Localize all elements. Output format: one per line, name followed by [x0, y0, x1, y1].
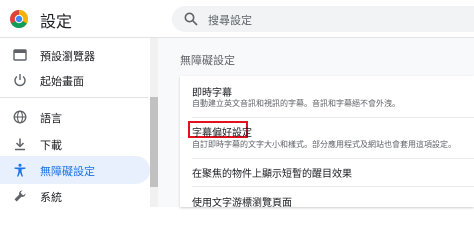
row-description: 自訂即時字幕的文字大小和樣式。部分應用程式及網站也會套用這項設定。 [192, 140, 456, 149]
sidebar-item-startup[interactable]: 起始畫面 [0, 66, 150, 94]
section-title: 無障礙設定 [180, 55, 235, 67]
chrome-logo-icon [10, 10, 28, 28]
row-title: 在聚焦的物件上顯示短暫的醒目效果 [192, 169, 352, 180]
sidebar-item-label: 語言 [40, 113, 62, 125]
sidebar-item-label: 預設瀏覽器 [40, 51, 95, 63]
sidebar-divider [0, 97, 148, 98]
download-icon [15, 138, 25, 151]
sidebar-item-label: 起始畫面 [40, 76, 84, 88]
row-title: 即時字幕 [192, 88, 232, 99]
main-content: 無障礙設定 即時字幕 自動建立英文音訊和視訊的字幕。音訊和字幕絕不會外洩。 自訂… [158, 38, 474, 209]
row-description: 自動建立英文音訊和視訊的字幕。音訊和字幕絕不會外洩。 [192, 99, 400, 108]
sidebar-item-languages[interactable]: 語言 [0, 103, 150, 131]
sidebar-item-accessibility[interactable]: 無障礙設定 [0, 156, 150, 184]
sidebar: 預設瀏覽器 起始畫面 語言 下載 無障礙設定 系統 [0, 38, 158, 207]
row-divider [192, 117, 474, 118]
row-divider [192, 158, 474, 159]
sidebar-scrollbar-thumb[interactable] [150, 97, 158, 187]
sidebar-item-label: 系統 [40, 192, 62, 204]
row-divider [192, 186, 474, 187]
page-title: 設定 [40, 14, 73, 31]
settings-card: 即時字幕 自動建立英文音訊和視訊的字幕。音訊和字幕絕不會外洩。 自訂即時字幕的文… [180, 76, 474, 209]
sidebar-item-system[interactable]: 系統 [0, 182, 150, 210]
highlight-box[interactable]: 字幕偏好設定 [188, 121, 252, 139]
power-icon [14, 74, 26, 87]
search-input[interactable]: 搜尋設定 [172, 6, 474, 32]
browser-window-icon [13, 49, 27, 61]
sidebar-item-label: 下載 [40, 140, 62, 152]
wrench-icon [14, 190, 26, 202]
search-icon [184, 12, 198, 26]
row-title: 字幕偏好設定 [192, 128, 252, 139]
top-bar: 設定 搜尋設定 [0, 0, 474, 38]
accessibility-icon [14, 163, 26, 177]
search-placeholder: 搜尋設定 [208, 15, 252, 27]
sidebar-item-label: 無障礙設定 [40, 166, 95, 178]
sidebar-item-downloads[interactable]: 下載 [0, 130, 150, 158]
sidebar-item-default-browser[interactable]: 預設瀏覽器 [0, 41, 150, 69]
globe-icon [13, 110, 27, 124]
row-title: 使用文字游標瀏覽頁面 [192, 198, 292, 209]
